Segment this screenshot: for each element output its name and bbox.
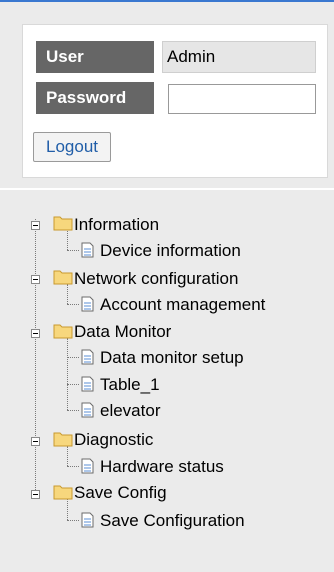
- tree-branch-line: [67, 520, 79, 521]
- tree-node-hardware-status[interactable]: Hardware status: [100, 457, 224, 477]
- folder-icon: [53, 324, 73, 339]
- collapse-toggle-icon[interactable]: [31, 490, 40, 499]
- tree-node-diagnostic[interactable]: Diagnostic: [74, 430, 153, 450]
- tree-branch-line: [67, 466, 79, 467]
- tree-branch-line: [67, 250, 79, 251]
- document-icon: [81, 402, 94, 418]
- tree-node-save-configuration[interactable]: Save Configuration: [100, 511, 245, 531]
- collapse-toggle-icon[interactable]: [31, 221, 40, 230]
- folder-icon: [53, 216, 73, 231]
- collapse-toggle-icon[interactable]: [31, 329, 40, 338]
- tree-branch-line: [67, 357, 79, 358]
- collapse-toggle-icon[interactable]: [31, 275, 40, 284]
- document-icon: [81, 512, 94, 528]
- tree-node-elevator[interactable]: elevator: [100, 401, 160, 421]
- tree-branch-line: [67, 499, 68, 520]
- tree-branch-line: [67, 304, 79, 305]
- tree-node-account-management[interactable]: Account management: [100, 295, 265, 315]
- document-icon: [81, 296, 94, 312]
- tree-branch-line: [67, 284, 68, 304]
- navigation-tree: Information Device information Network c…: [0, 0, 334, 572]
- document-icon: [81, 458, 94, 474]
- tree-branch-line: [67, 338, 68, 410]
- folder-icon: [53, 270, 73, 285]
- tree-node-save-config[interactable]: Save Config: [74, 483, 167, 503]
- folder-icon: [53, 432, 73, 447]
- document-icon: [81, 242, 94, 258]
- tree-node-information[interactable]: Information: [74, 215, 159, 235]
- tree-node-data-monitor-setup[interactable]: Data monitor setup: [100, 348, 244, 368]
- tree-branch-line: [67, 384, 79, 385]
- tree-node-device-information[interactable]: Device information: [100, 241, 241, 261]
- tree-branch-line: [67, 446, 68, 466]
- tree-node-network-configuration[interactable]: Network configuration: [74, 269, 238, 289]
- tree-node-table-1[interactable]: Table_1: [100, 375, 160, 395]
- document-icon: [81, 349, 94, 365]
- collapse-toggle-icon[interactable]: [31, 437, 40, 446]
- tree-branch-line: [67, 410, 79, 411]
- document-icon: [81, 376, 94, 392]
- tree-main-line: [35, 219, 36, 494]
- folder-icon: [53, 485, 73, 500]
- tree-node-data-monitor[interactable]: Data Monitor: [74, 322, 171, 342]
